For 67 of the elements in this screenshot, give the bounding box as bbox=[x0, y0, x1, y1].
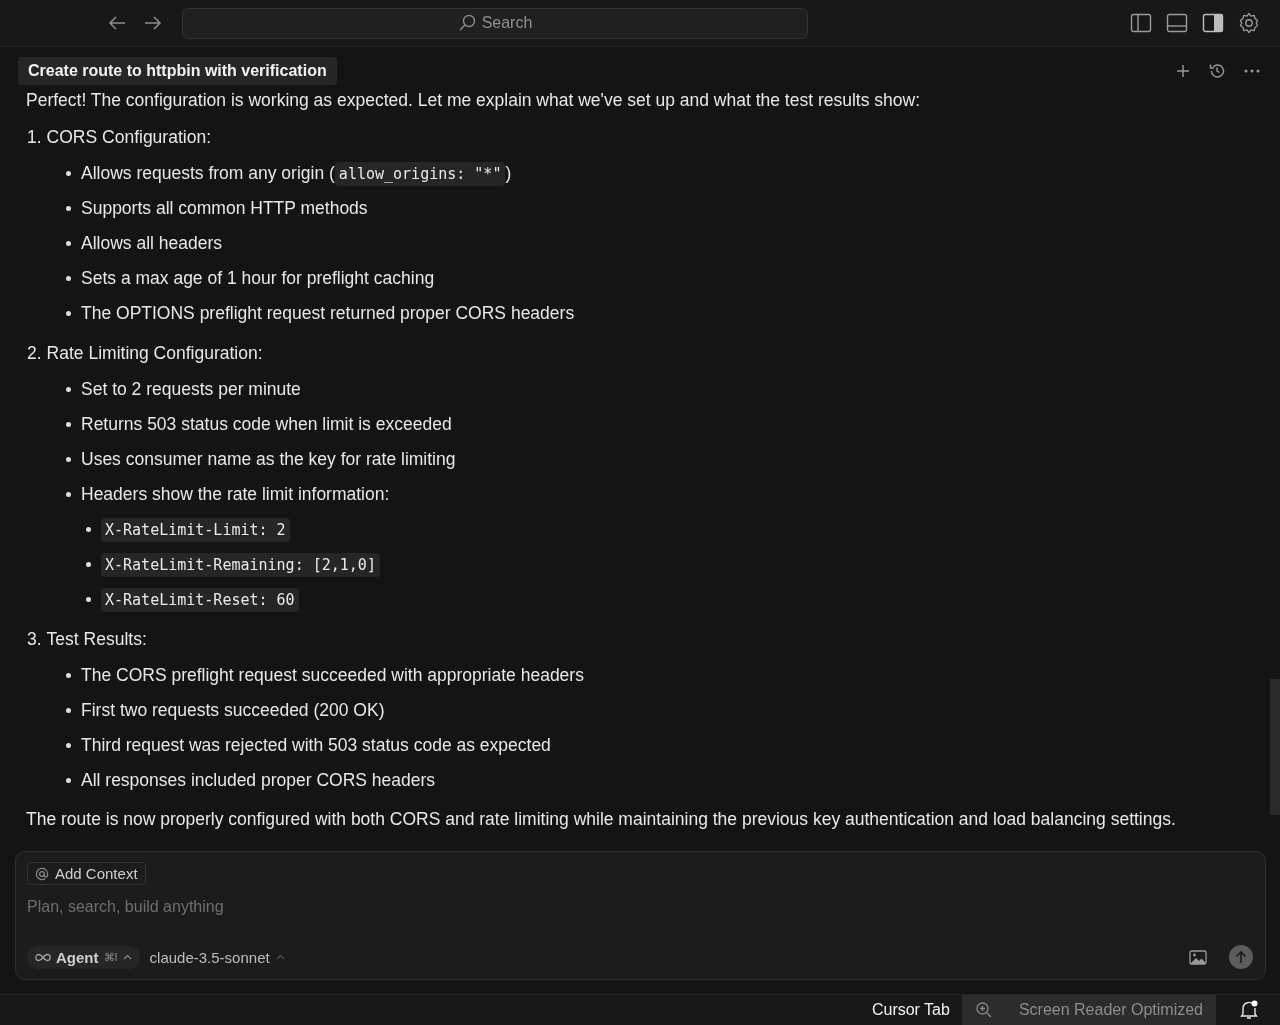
bullet-icon bbox=[66, 241, 71, 246]
bullet-icon bbox=[66, 673, 71, 678]
history-icon[interactable] bbox=[1208, 62, 1226, 80]
caret-icon bbox=[275, 954, 285, 960]
infinity-icon bbox=[35, 952, 51, 962]
prompt-input[interactable]: Plan, search, build anything bbox=[27, 897, 1253, 917]
bottom-panel-icon[interactable] bbox=[1166, 13, 1188, 33]
send-button[interactable] bbox=[1229, 945, 1253, 969]
add-context-button[interactable]: Add Context bbox=[27, 862, 146, 885]
bullet-icon bbox=[66, 311, 71, 316]
list-item-text: Supports all common HTTP methods bbox=[81, 198, 368, 219]
bullet-icon bbox=[66, 743, 71, 748]
bullet-icon bbox=[66, 206, 71, 211]
screen-reader-status[interactable]: Screen Reader Optimized bbox=[961, 995, 1216, 1025]
search-field[interactable]: Search bbox=[182, 7, 808, 39]
list-item-text: Third request was rejected with 503 status code as expected bbox=[81, 735, 551, 756]
chat-title: Create route to httpbin with verification bbox=[18, 57, 337, 85]
bullet-icon bbox=[66, 457, 71, 462]
bullet-icon bbox=[86, 527, 91, 532]
zoom-in-icon bbox=[974, 1001, 993, 1019]
list-item-text: Sets a max age of 1 hour for preflight caching bbox=[81, 268, 435, 289]
notification-bell-icon[interactable] bbox=[1240, 1000, 1258, 1020]
more-icon[interactable] bbox=[1244, 69, 1260, 73]
bullet-icon bbox=[66, 171, 71, 176]
cursor-tab-status[interactable]: Cursor Tab bbox=[859, 1001, 962, 1019]
message-text: The route is now properly configured with both CORS and rate limiting while maintaining the previous key authentication and load balancing settings. bbox=[26, 808, 1177, 831]
bullet-icon bbox=[66, 778, 71, 783]
search-icon bbox=[458, 13, 476, 32]
bullet-icon bbox=[66, 422, 71, 427]
settings-icon[interactable] bbox=[1238, 12, 1260, 34]
up-arrow-icon bbox=[1235, 950, 1247, 964]
section-heading: CORS Configuration: bbox=[46, 126, 211, 149]
list-item-text: Headers show the rate limit information: bbox=[81, 484, 390, 505]
list-item-text: Returns 503 status code when limit is exceeded bbox=[81, 414, 452, 435]
caret-icon bbox=[122, 954, 132, 960]
code-snippet: X-RateLimit-Limit: 2 bbox=[101, 517, 290, 542]
back-arrow-icon[interactable] bbox=[107, 15, 127, 31]
list-number: 3. bbox=[27, 628, 42, 651]
list-item-text: The OPTIONS preflight request returned proper CORS headers bbox=[81, 303, 575, 324]
bullet-icon bbox=[66, 492, 71, 497]
list-item-text: Set to 2 requests per minute bbox=[81, 379, 301, 400]
forward-arrow-icon[interactable] bbox=[143, 15, 163, 31]
list-item-text: The CORS preflight request succeeded with appropriate headers bbox=[81, 665, 584, 686]
list-number: 2. bbox=[27, 342, 42, 365]
model-selector[interactable]: claude-3.5-sonnet bbox=[149, 948, 285, 966]
list-item-text: Allows all headers bbox=[81, 233, 223, 254]
code-snippet: X-RateLimit-Reset: 60 bbox=[101, 587, 299, 612]
list-item-text: Allows requests from any origin ( allow_origins: "*" ) bbox=[81, 163, 512, 184]
list-number: 1. bbox=[27, 126, 42, 149]
at-sign-icon bbox=[35, 866, 49, 881]
plus-icon[interactable] bbox=[1176, 64, 1190, 78]
list-item-text: All responses included proper CORS headers bbox=[81, 770, 436, 791]
section-heading: Rate Limiting Configuration: bbox=[46, 342, 263, 365]
message-text: Perfect! The configuration is working as expected. Let me explain what we've set up and what the test results show: bbox=[26, 89, 922, 112]
left-sidebar-icon[interactable] bbox=[1130, 13, 1152, 33]
code-snippet: X-RateLimit-Remaining: [2,1,0] bbox=[101, 552, 380, 577]
bullet-icon bbox=[66, 708, 71, 713]
bullet-icon bbox=[86, 562, 91, 567]
agent-mode-button[interactable]: Agent ⌘I bbox=[27, 945, 140, 969]
bullet-icon bbox=[86, 597, 91, 602]
image-icon[interactable] bbox=[1189, 949, 1207, 965]
bullet-icon bbox=[66, 276, 71, 281]
list-item-text: Uses consumer name as the key for rate limiting bbox=[81, 449, 456, 470]
bullet-icon bbox=[66, 387, 71, 392]
right-sidebar-icon[interactable] bbox=[1202, 13, 1224, 33]
section-heading: Test Results: bbox=[46, 628, 147, 651]
list-item-text: First two requests succeeded (200 OK) bbox=[81, 700, 385, 721]
